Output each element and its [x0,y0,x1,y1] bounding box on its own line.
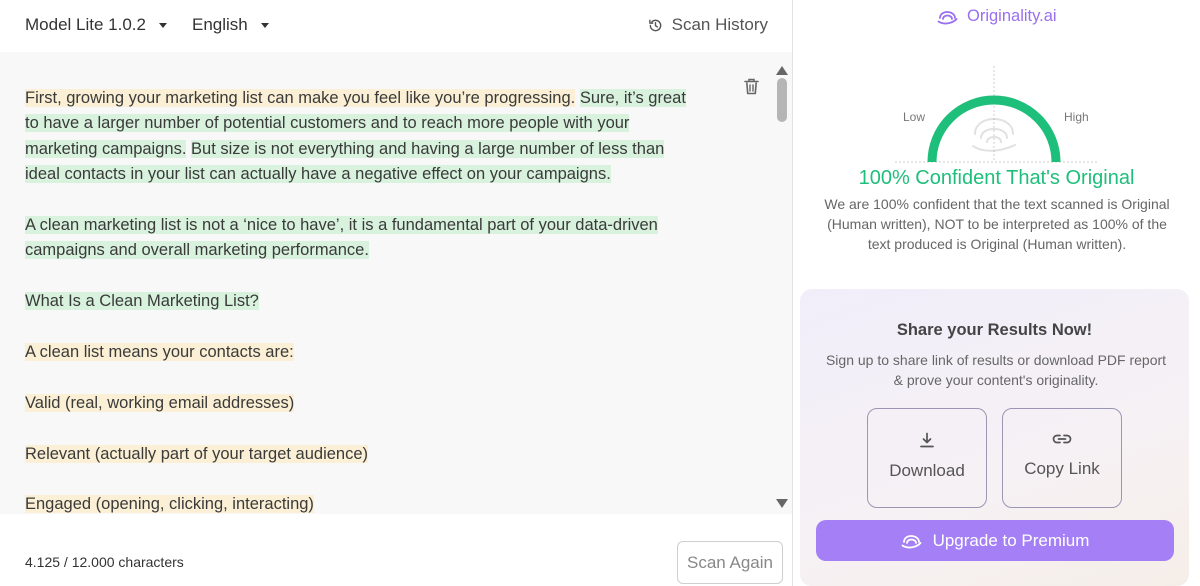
copy-link-button[interactable]: Copy Link [1002,408,1122,508]
text-segment: What Is a Clean Marketing List? [25,292,259,311]
editor-scrollbar[interactable] [774,52,792,514]
text-segment: Valid (real, working email addresses) [25,393,295,412]
brand-logo[interactable]: Originality.ai [937,7,1057,26]
text-paragraph: Engaged (opening, clicking, interacting) [25,492,690,514]
brand-name: Originality.ai [967,7,1057,25]
copy-link-label: Copy Link [1024,459,1100,478]
text-segment: Engaged (opening, clicking, interacting) [25,495,314,514]
upgrade-premium-button[interactable]: Upgrade to Premium [816,520,1174,561]
scan-history-button[interactable]: Scan History [648,15,768,35]
scroll-down-icon[interactable] [776,499,788,508]
text-paragraph: A clean list means your contacts are: [25,340,690,365]
text-paragraph: What Is a Clean Marketing List? [25,289,690,314]
model-dropdown-label: Model Lite 1.0.2 [25,15,146,34]
scanned-text: First, growing your marketing list can m… [25,86,690,514]
language-dropdown[interactable]: English [192,15,269,35]
text-paragraph: A clean marketing list is not a ‘nice to… [25,213,690,264]
chevron-down-icon [158,22,167,28]
character-count: 4.125 / 12.000 characters [25,554,184,570]
text-editor[interactable]: First, growing your marketing list can m… [0,52,792,514]
editor-pane: Model Lite 1.0.2 English Scan History Fi… [0,0,792,586]
trash-icon [744,78,759,95]
upgrade-label: Upgrade to Premium [932,530,1090,550]
editor-footer: 4.125 / 12.000 characters Scan Again [0,514,792,586]
link-icon [1052,434,1072,444]
gauge-high-label: High [1064,110,1089,124]
download-button[interactable]: Download [867,408,987,508]
share-title: Share your Results Now! [896,321,1093,339]
text-paragraph: Valid (real, working email addresses) [25,391,690,416]
share-results-card: Share your Results Now! Sign up to share… [800,289,1189,586]
text-segment: Relevant (actually part of your target a… [25,444,369,463]
language-dropdown-label: English [192,15,248,34]
results-pane: Originality.ai Low High 100% Confident T… [793,0,1200,586]
scroll-up-icon[interactable] [776,66,788,75]
editor-toolbar: Model Lite 1.0.2 English Scan History [0,0,792,52]
scan-history-label: Scan History [671,15,768,34]
history-icon [648,19,661,31]
delete-button[interactable] [744,78,759,100]
download-icon [920,432,934,448]
model-dropdown[interactable]: Model Lite 1.0.2 [25,15,167,35]
brain-icon [901,534,921,548]
text-paragraph: Relevant (actually part of your target a… [25,442,690,467]
scan-again-button[interactable]: Scan Again [677,541,783,584]
gauge-low-label: Low [903,110,926,124]
download-label: Download [889,461,965,480]
scrollbar-thumb[interactable] [777,78,787,122]
share-description: Sign up to share link of results or down… [825,352,1167,388]
text-paragraph: First, growing your marketing list can m… [25,86,690,188]
chevron-down-icon [260,22,269,28]
text-segment: First, growing your marketing list can m… [25,89,576,107]
confidence-description: We are 100% confident that the text scan… [824,196,1170,252]
confidence-title: 100% Confident That's Original [858,167,1135,189]
text-segment: A clean marketing list is not a ‘nice to… [25,216,658,260]
brain-icon [937,10,958,24]
text-segment: A clean list means your contacts are: [25,343,294,362]
